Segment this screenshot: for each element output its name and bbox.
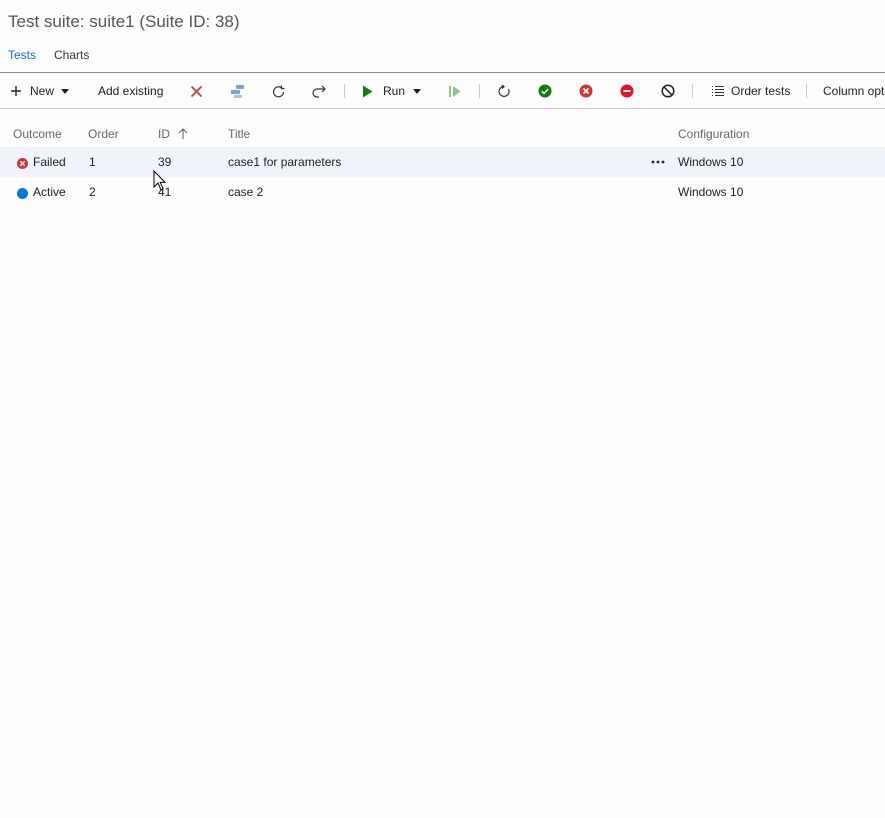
check-circle-icon	[538, 84, 552, 98]
order-tests-label: Order tests	[731, 84, 791, 98]
mark-not-applicable-button[interactable]	[661, 73, 675, 108]
refresh-icon	[271, 84, 286, 99]
column-header-id-label: ID	[158, 127, 170, 141]
add-existing-label: Add existing	[98, 84, 164, 98]
column-header-configuration[interactable]: Configuration	[678, 127, 749, 141]
remove-button[interactable]	[190, 73, 203, 108]
column-header-id[interactable]: ID	[158, 127, 188, 142]
redo-button[interactable]	[311, 73, 327, 108]
not-applicable-icon	[661, 84, 675, 98]
outcome-cell: Active	[33, 185, 66, 199]
play-icon	[362, 85, 373, 98]
run-label: Run	[383, 84, 406, 98]
order-cell: 1	[89, 155, 96, 169]
title-cell[interactable]: case 2	[228, 185, 263, 199]
refresh-button[interactable]	[271, 73, 286, 108]
column-options-label: Column opt	[823, 84, 885, 98]
add-existing-button[interactable]: Add existing	[98, 73, 164, 108]
order-cell: 2	[89, 185, 96, 199]
order-tests-button[interactable]: Order tests	[711, 73, 791, 108]
mouse-cursor-icon	[153, 169, 167, 197]
plus-icon	[10, 85, 22, 97]
sort-ascending-icon	[178, 128, 188, 142]
rerun-icon	[497, 84, 512, 99]
toolbar-separator	[479, 84, 480, 98]
remove-x-icon	[190, 85, 203, 98]
column-options-button[interactable]: Column opt	[823, 73, 885, 108]
configuration-cell: Windows 10	[678, 185, 744, 199]
configuration-cell: Windows 10	[678, 155, 744, 169]
grid-header: Outcome Order ID Title Configuration	[0, 120, 885, 146]
chevron-down-icon	[61, 88, 70, 94]
tab-tests[interactable]: Tests	[8, 48, 36, 62]
active-icon	[17, 186, 28, 204]
play-bar-icon	[448, 85, 461, 98]
mark-passed-button[interactable]	[538, 73, 552, 108]
id-cell: 39	[158, 155, 172, 169]
toolbar: New Add existing Run Order tests Column …	[0, 72, 885, 109]
failed-icon	[17, 156, 28, 174]
block-circle-icon	[620, 84, 634, 98]
toolbar-separator	[344, 84, 345, 98]
title-cell[interactable]: case1 for parameters	[228, 155, 341, 169]
table-row[interactable]: Active 2 41 case 2 Windows 10	[0, 177, 885, 207]
tab-charts[interactable]: Charts	[54, 48, 89, 62]
mark-failed-button[interactable]	[579, 73, 593, 108]
column-header-order[interactable]: Order	[88, 127, 119, 141]
chevron-down-icon	[413, 88, 422, 94]
export-icon	[230, 84, 245, 99]
outcome-cell: Failed	[33, 155, 66, 169]
new-button[interactable]: New	[10, 73, 70, 108]
toolbar-separator	[806, 84, 807, 98]
order-list-icon	[711, 85, 725, 98]
new-label: New	[30, 84, 55, 98]
column-header-outcome[interactable]: Outcome	[13, 127, 62, 141]
more-actions-icon[interactable]	[651, 154, 665, 173]
mark-blocked-button[interactable]	[620, 73, 634, 108]
run-options-button[interactable]	[448, 73, 461, 108]
export-button[interactable]	[230, 73, 245, 108]
page-title: Test suite: suite1 (Suite ID: 38)	[8, 12, 240, 31]
fail-circle-icon	[579, 84, 593, 98]
run-button[interactable]: Run	[362, 73, 422, 108]
rerun-button[interactable]	[497, 73, 512, 108]
table-row[interactable]: Failed 1 39 case1 for parameters Windows…	[0, 147, 885, 177]
toolbar-separator	[692, 84, 693, 98]
column-header-title[interactable]: Title	[228, 127, 250, 141]
redo-icon	[311, 84, 327, 98]
